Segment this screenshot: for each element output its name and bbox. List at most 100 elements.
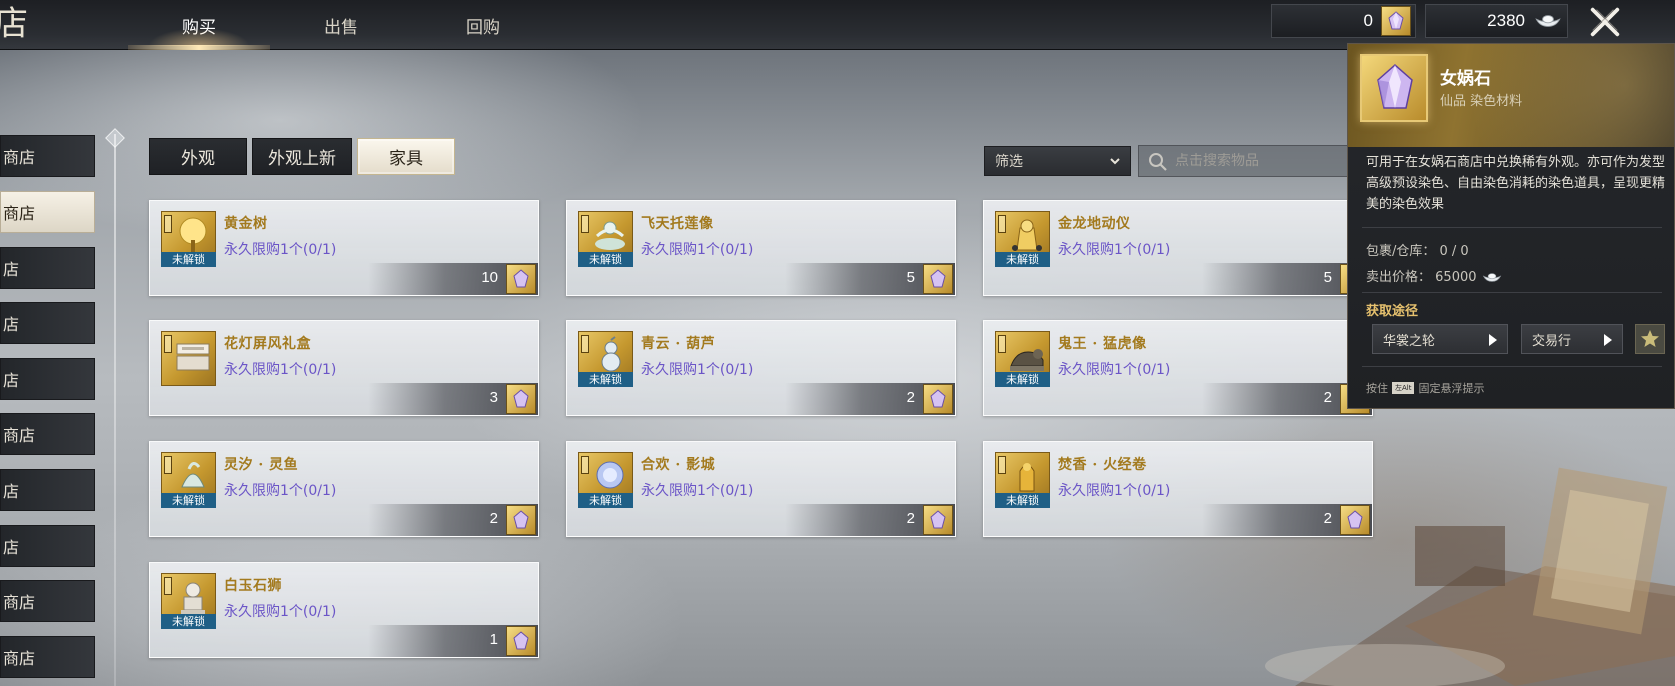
gem-icon <box>923 384 953 414</box>
silver-ingot-icon <box>1481 271 1503 285</box>
item-name: 黄金树 <box>224 216 268 232</box>
item-limit: 永久限购1个(0/1) <box>1058 362 1171 378</box>
tab-new-appearance[interactable]: 外观上新 <box>252 138 352 175</box>
shop-title: 店 <box>0 4 28 44</box>
search-input[interactable] <box>1175 153 1345 169</box>
item-limit: 永久限购1个(0/1) <box>224 604 337 620</box>
item-limit: 永久限购1个(0/1) <box>641 483 754 499</box>
item-price: 3 <box>368 383 538 415</box>
gift-box-icon <box>161 331 216 386</box>
item-limit: 永久限购1个(0/1) <box>1058 483 1171 499</box>
item-card[interactable]: 未解锁 青云 · 葫芦 永久限购1个(0/1) 2 <box>566 320 956 416</box>
locked-tag: 未解锁 <box>995 493 1050 508</box>
category-tabs: 外观 外观上新 家具 <box>149 138 455 175</box>
item-limit: 永久限购1个(0/1) <box>641 242 754 258</box>
item-price: 2 <box>1202 504 1372 536</box>
gem-icon <box>506 384 536 414</box>
source-button-trade[interactable]: 交易行 <box>1521 324 1623 354</box>
item-price: 2 <box>785 504 955 536</box>
arrow-right-icon <box>1489 334 1497 346</box>
filter-dropdown[interactable]: 筛选 <box>984 146 1131 176</box>
item-card[interactable]: 未解锁 合欢 · 影城 永久限购1个(0/1) 2 <box>566 441 956 537</box>
item-price-value: 2 <box>906 510 915 527</box>
tab-buyback[interactable]: 回购 <box>412 0 554 50</box>
tooltip-description: 可用于在女娲石商店中兑换稀有外观。亦可作为发型高级预设染色、自由染色消耗的染色道… <box>1366 155 1666 212</box>
item-price-value: 5 <box>906 269 915 286</box>
item-card[interactable]: 未解锁 飞天托莲像 永久限购1个(0/1) 5 <box>566 200 956 296</box>
gem-icon <box>506 264 536 294</box>
close-icon <box>1590 7 1620 37</box>
item-card[interactable]: 未解锁 黄金树 永久限购1个(0/1) 10 <box>149 200 539 296</box>
gem-icon <box>506 626 536 656</box>
item-name: 合欢 · 影城 <box>641 457 716 473</box>
item-limit: 永久限购1个(0/1) <box>641 362 754 378</box>
item-card[interactable]: 未解锁 鬼王 · 猛虎像 永久限购1个(0/1) 2 <box>983 320 1373 416</box>
item-tooltip: 女娲石 仙品 染色材料 可用于在女娲石商店中兑换稀有外观。亦可作为发型高级预设染… <box>1347 43 1675 409</box>
item-limit: 永久限购1个(0/1) <box>1058 242 1171 258</box>
chevron-down-icon <box>1110 158 1120 165</box>
sell-price-label: 卖出价格： <box>1366 270 1432 285</box>
item-card[interactable]: 未解锁 焚香 · 火经卷 永久限购1个(0/1) 2 <box>983 441 1373 537</box>
tooltip-divider <box>1362 366 1662 367</box>
main-tabs: 购买 出售 回购 <box>128 0 554 50</box>
locked-tag: 未解锁 <box>995 372 1050 387</box>
sidebar-item-3[interactable]: 店 <box>0 247 95 289</box>
item-name: 飞天托莲像 <box>641 216 714 232</box>
sidebar-item-2[interactable]: 商店 <box>0 191 95 233</box>
item-card[interactable]: 未解锁 白玉石狮 永久限购1个(0/1) 1 <box>149 562 539 658</box>
item-price-value: 2 <box>906 389 915 406</box>
locked-tag: 未解锁 <box>578 372 633 387</box>
item-price-value: 3 <box>489 389 498 406</box>
gem-currency: 0 <box>1271 4 1416 38</box>
item-limit: 永久限购1个(0/1) <box>224 483 337 499</box>
item-price-value: 2 <box>1323 389 1332 406</box>
tooltip-subtitle: 仙品 染色材料 <box>1440 94 1523 109</box>
tab-appearance[interactable]: 外观 <box>149 138 247 175</box>
close-button[interactable] <box>1586 3 1624 41</box>
item-price-value: 2 <box>1323 510 1332 527</box>
nuwa-stone-icon <box>1360 54 1428 122</box>
tooltip-source-title: 获取途径 <box>1366 304 1419 319</box>
sidebar-item-1[interactable]: 商店 <box>0 135 95 177</box>
item-card[interactable]: 花灯屏风礼盒 永久限购1个(0/1) 3 <box>149 320 539 416</box>
item-price: 10 <box>368 263 538 295</box>
tooltip-divider <box>1362 292 1662 293</box>
gem-icon <box>1340 505 1370 535</box>
gem-icon <box>1381 6 1411 36</box>
item-price-value: 5 <box>1323 269 1332 286</box>
locked-tag: 未解锁 <box>161 614 216 629</box>
sidebar-item-4[interactable]: 店 <box>0 302 95 344</box>
sidebar-item-10[interactable]: 商店 <box>0 636 95 678</box>
silver-currency-value: 2380 <box>1487 11 1525 30</box>
item-card[interactable]: 未解锁 灵汐 · 灵鱼 永久限购1个(0/1) 2 <box>149 441 539 537</box>
sidebar-item-6[interactable]: 商店 <box>0 413 95 455</box>
sidebar-item-9[interactable]: 商店 <box>0 580 95 622</box>
sidebar-item-5[interactable]: 店 <box>0 358 95 400</box>
source-button-wheel[interactable]: 华裳之轮 <box>1372 324 1508 354</box>
item-price: 2 <box>368 504 538 536</box>
gem-icon <box>923 505 953 535</box>
item-name: 灵汐 · 灵鱼 <box>224 457 299 473</box>
item-card[interactable]: 未解锁 金龙地动仪 永久限购1个(0/1) 5 <box>983 200 1373 296</box>
tooltip-divider <box>1362 227 1662 228</box>
sidebar-item-8[interactable]: 店 <box>0 525 95 567</box>
favorite-button[interactable] <box>1635 324 1665 354</box>
alt-key-badge: 左Alt <box>1392 382 1415 394</box>
sidebar-divider <box>114 134 116 686</box>
tooltip-title: 女娲石 <box>1440 69 1491 89</box>
tab-furniture[interactable]: 家具 <box>357 138 455 175</box>
sell-price-value: 65000 <box>1435 270 1477 285</box>
tooltip-hint: 按住 左Alt 固定悬浮提示 <box>1366 380 1484 396</box>
arrow-right-icon <box>1604 334 1612 346</box>
item-name: 花灯屏风礼盒 <box>224 336 311 352</box>
item-name: 鬼王 · 猛虎像 <box>1058 336 1147 352</box>
item-name: 金龙地动仪 <box>1058 216 1131 232</box>
tooltip-sell-price: 卖出价格： 65000 <box>1366 266 1503 285</box>
star-icon <box>1641 330 1659 347</box>
background-scene-illustration <box>1265 467 1675 686</box>
search-box <box>1138 145 1353 177</box>
tab-buy[interactable]: 购买 <box>128 0 270 50</box>
sidebar-item-7[interactable]: 店 <box>0 469 95 511</box>
tab-sell[interactable]: 出售 <box>270 0 412 50</box>
item-price-value: 10 <box>481 269 498 286</box>
